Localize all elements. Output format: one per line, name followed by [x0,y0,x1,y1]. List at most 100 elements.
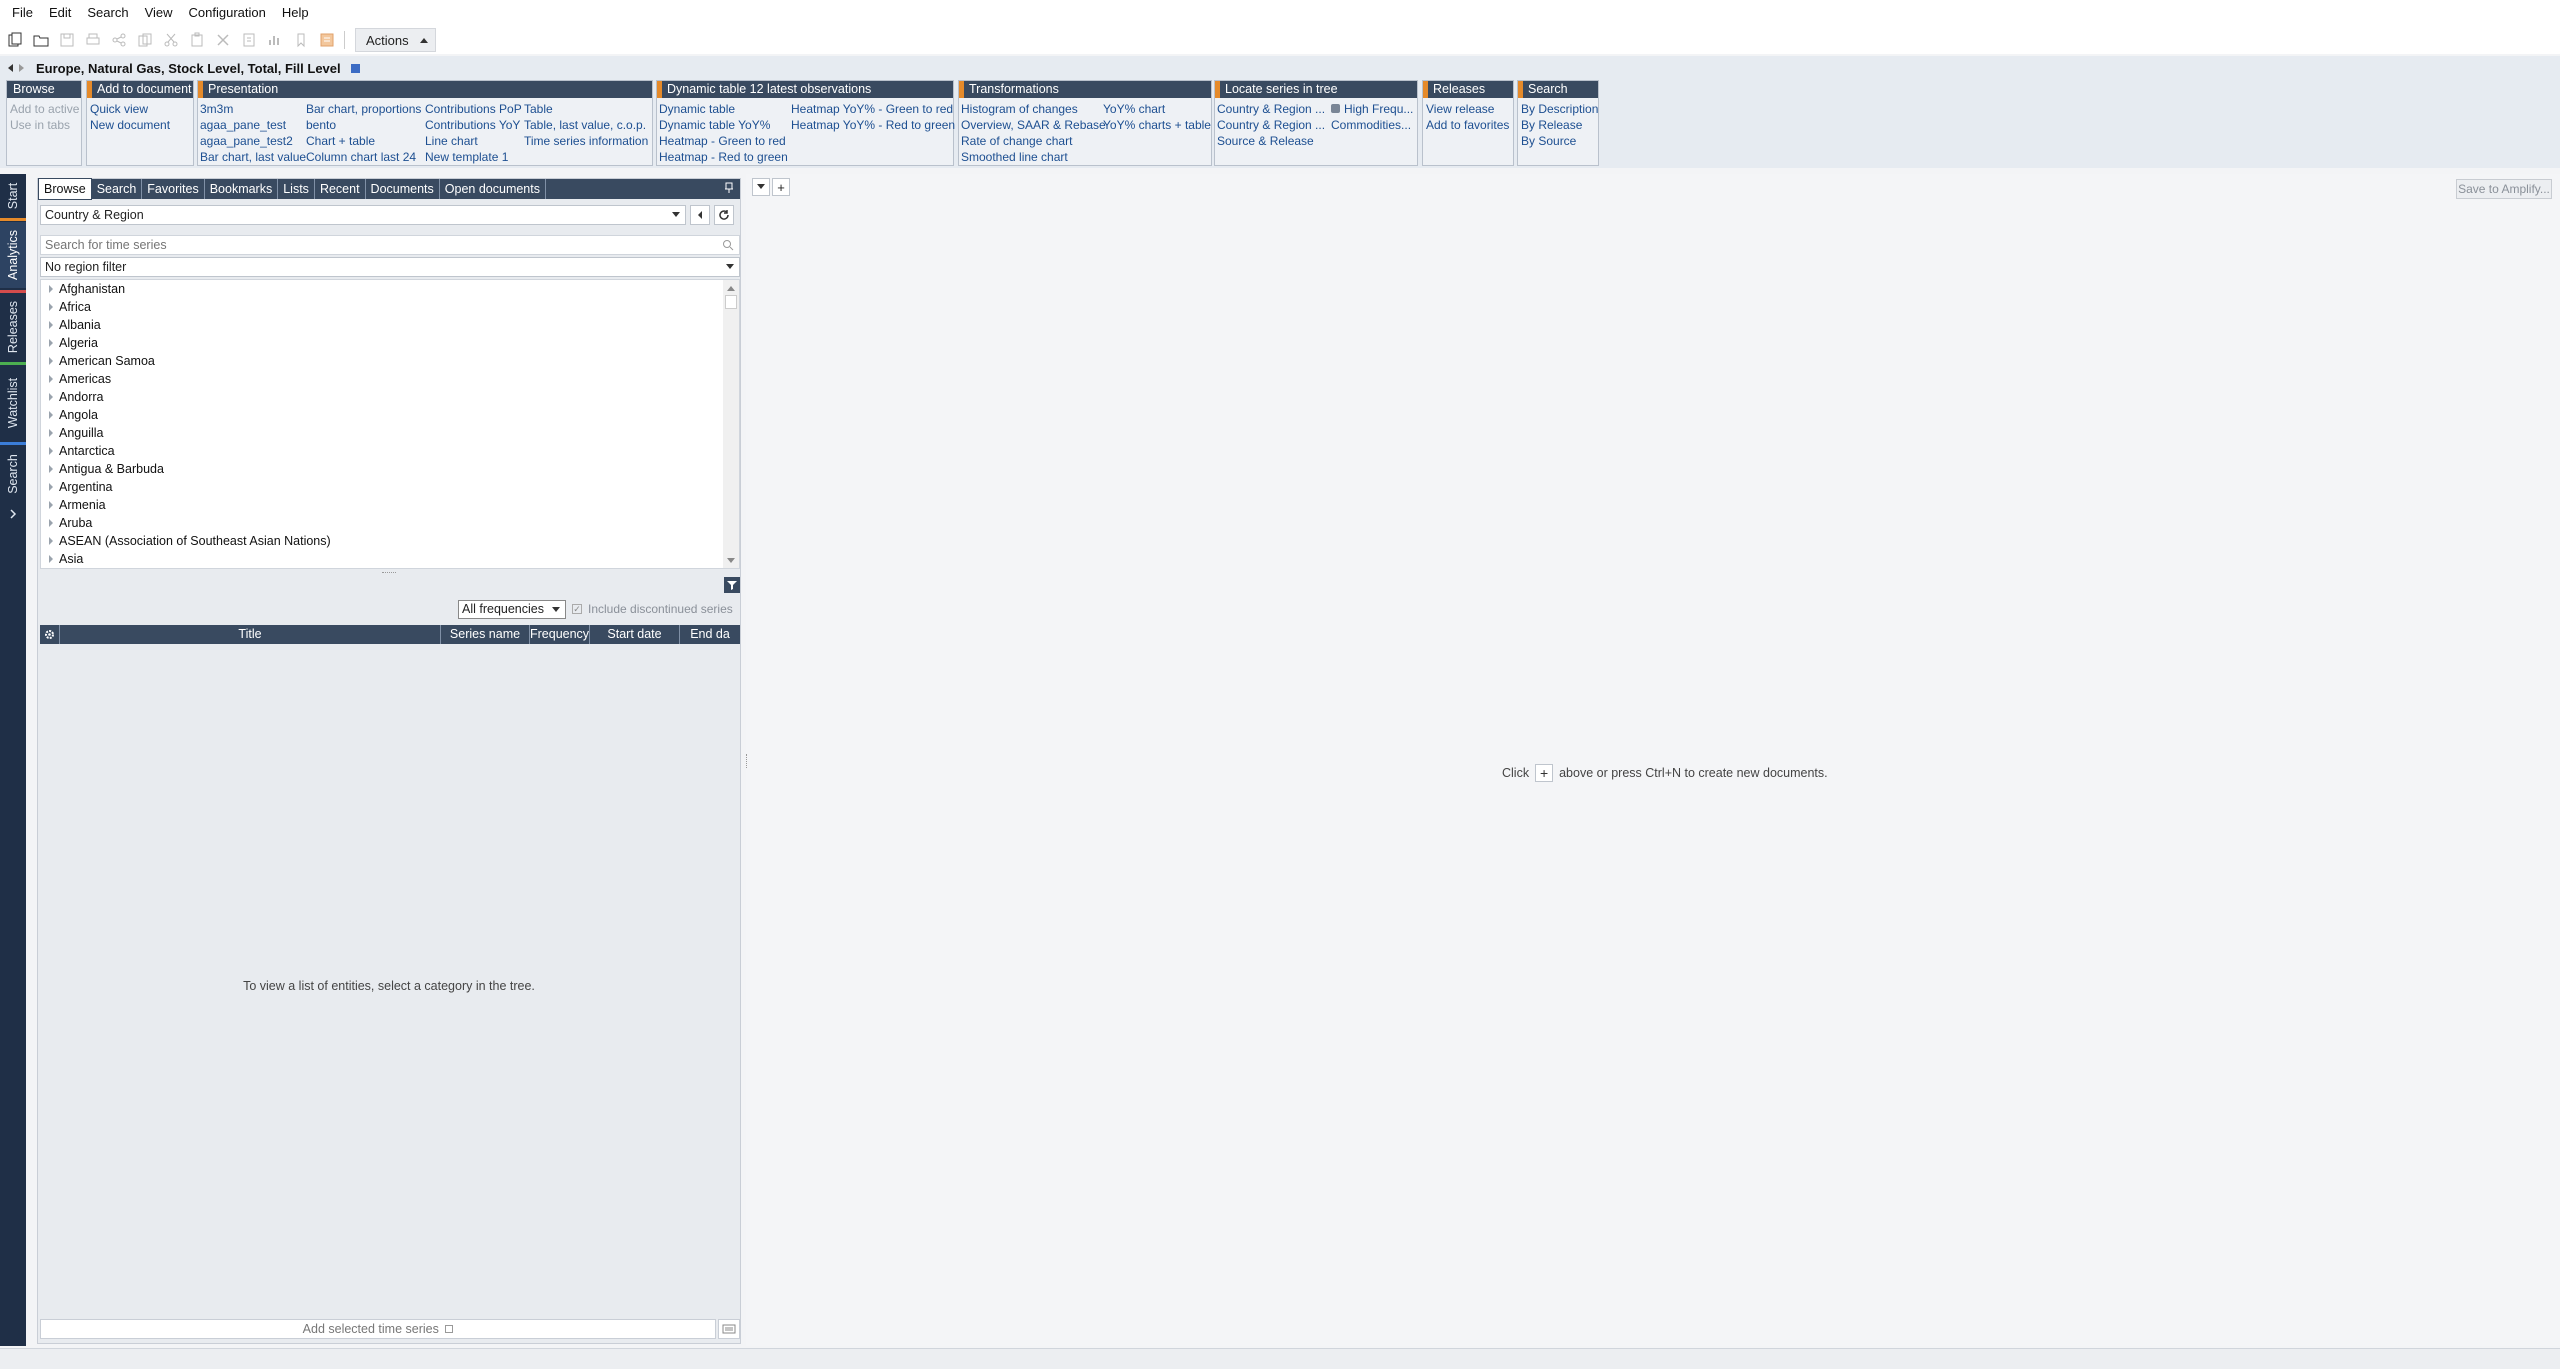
presentation-link[interactable]: bento [306,117,421,133]
tree-item[interactable]: Americas [41,370,739,388]
presentation-link[interactable]: Line chart [425,133,522,149]
expand-arrow-icon[interactable] [49,483,53,491]
cut-icon[interactable] [158,28,184,52]
presentation-link[interactable]: 3m3m [200,101,306,117]
menu-view[interactable]: View [137,0,181,26]
column-end-date[interactable]: End da [680,625,740,644]
quick-view-link[interactable]: Quick view [90,101,170,117]
tab-documents[interactable]: Documents [366,179,440,199]
tab-recent[interactable]: Recent [315,179,366,199]
report-icon[interactable] [314,28,340,52]
add-options-button[interactable] [718,1319,740,1339]
grid-settings-button[interactable] [40,625,60,644]
delete-icon[interactable] [210,28,236,52]
dynamic-table-link[interactable]: Heatmap - Green to red [659,133,788,149]
search-icon[interactable] [722,239,734,251]
presentation-link[interactable]: Contributions YoY [425,117,522,133]
frequency-select[interactable]: All frequencies [458,599,566,619]
presentation-link[interactable]: Contributions PoP [425,101,522,117]
expand-arrow-icon[interactable] [49,429,53,437]
presentation-link[interactable]: Table, last value, c.o.p. [524,117,648,133]
locate-link[interactable]: Commodities... [1331,117,1413,133]
expand-arrow-icon[interactable] [49,465,53,473]
expand-arrow-icon[interactable] [49,555,53,563]
forward-arrow-icon[interactable] [18,63,26,73]
sidebar-tab-start[interactable]: Start [0,176,26,216]
tree-scrollbar[interactable] [723,280,739,568]
tree-item[interactable]: American Samoa [41,352,739,370]
sidebar-tab-releases[interactable]: Releases [0,294,26,360]
menu-configuration[interactable]: Configuration [181,0,274,26]
tree-item[interactable]: Antigua & Barbuda [41,460,739,478]
share-icon[interactable] [106,28,132,52]
presentation-link[interactable]: agaa_pane_test2 [200,133,306,149]
column-title[interactable]: Title [60,625,441,644]
expand-arrow-icon[interactable] [49,339,53,347]
search-by-description-link[interactable]: By Description [1521,101,1598,117]
locate-link[interactable]: High Frequ... [1331,101,1413,117]
presentation-link[interactable]: Column chart last 24 [306,149,421,165]
sidebar-tab-search[interactable]: Search [0,446,26,502]
search-by-release-link[interactable]: By Release [1521,117,1598,133]
open-folder-icon[interactable] [28,28,54,52]
include-discontinued-checkbox[interactable]: ✓ [572,604,582,614]
splitter-handle[interactable] [382,572,396,574]
actions-button[interactable]: Actions [355,28,436,52]
chart-icon[interactable] [262,28,288,52]
expand-arrow-icon[interactable] [49,393,53,401]
presentation-link[interactable]: Time series information [524,133,648,149]
print-icon[interactable] [80,28,106,52]
tree-item[interactable]: Antarctica [41,442,739,460]
transformation-link[interactable]: YoY% chart [1103,101,1211,117]
scroll-thumb[interactable] [725,295,737,309]
dynamic-table-link[interactable]: Heatmap - Red to green [659,149,788,165]
expand-arrow-icon[interactable] [49,501,53,509]
tree-item[interactable]: Afghanistan [41,280,739,298]
menu-search[interactable]: Search [79,0,136,26]
tree-item[interactable]: Algeria [41,334,739,352]
tab-browse[interactable]: Browse [38,178,92,200]
transformation-link[interactable]: Rate of change chart [961,133,1106,149]
transformation-link[interactable]: Histogram of changes [961,101,1106,117]
presentation-link[interactable]: New template 1 [425,149,522,165]
expand-arrow-icon[interactable] [49,303,53,311]
save-to-amplify-button[interactable]: Save to Amplify... [2456,179,2552,199]
expand-arrow-icon[interactable] [49,537,53,545]
column-frequency[interactable]: Frequency [530,625,590,644]
menu-edit[interactable]: Edit [41,0,79,26]
presentation-link[interactable]: Chart + table [306,133,421,149]
transformation-link[interactable]: YoY% charts + table [1103,117,1211,133]
filter-button[interactable] [724,577,740,593]
transformation-link[interactable]: Overview, SAAR & Rebase [961,117,1106,133]
search-input[interactable] [40,235,740,255]
tree-item[interactable]: Africa [41,298,739,316]
expand-arrow-icon[interactable] [49,375,53,383]
collapse-tree-button[interactable] [690,205,710,225]
tree-item[interactable]: ASEAN (Association of Southeast Asian Na… [41,532,739,550]
dynamic-table-link[interactable]: Dynamic table [659,101,788,117]
scroll-up-icon[interactable] [723,283,739,293]
scroll-down-icon[interactable] [723,556,739,566]
locate-link[interactable]: Country & Region ... [1217,101,1325,117]
back-arrow-icon[interactable] [6,63,14,73]
search-by-source-link[interactable]: By Source [1521,133,1598,149]
menu-file[interactable]: File [4,0,41,26]
presentation-link[interactable]: Bar chart, last value [200,149,306,165]
expand-arrow-icon[interactable] [49,447,53,455]
tab-favorites[interactable]: Favorites [142,179,205,199]
document-menu-button[interactable] [752,178,770,196]
view-release-link[interactable]: View release [1426,101,1509,117]
properties-icon[interactable] [236,28,262,52]
expand-sidebar-button[interactable] [0,504,26,524]
region-filter-select[interactable]: No region filter [40,257,740,277]
tab-bookmarks[interactable]: Bookmarks [205,179,279,199]
tree-item[interactable]: Albania [41,316,739,334]
presentation-link[interactable]: Bar chart, proportions [306,101,421,117]
dynamic-table-link[interactable]: Heatmap YoY% - Red to green [791,117,955,133]
add-selected-series-button[interactable]: Add selected time series [40,1319,716,1339]
add-to-favorites-link[interactable]: Add to favorites [1426,117,1509,133]
locate-link[interactable]: Country & Region ... [1217,117,1325,133]
tab-search[interactable]: Search [92,179,143,199]
bookmark-icon[interactable] [288,28,314,52]
new-document-tab-button[interactable]: + [772,178,790,196]
